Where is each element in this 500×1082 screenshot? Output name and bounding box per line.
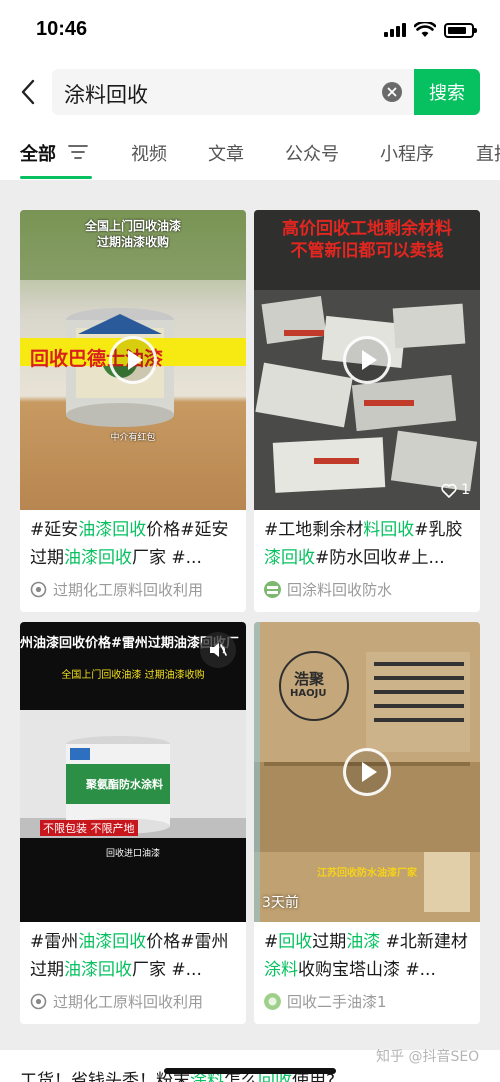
status-time: 10:46 [36, 18, 88, 40]
title-highlight: 涂料 [264, 960, 298, 980]
title-highlight: 漆 [264, 548, 281, 568]
overlay-text-top: 高价回收工地剩余材料 [282, 219, 452, 239]
title-highlight: 回收 [380, 520, 415, 540]
overlay-text-top2: 过期油漆收购 [96, 235, 169, 249]
home-indicator[interactable] [164, 1068, 336, 1074]
watermark: 知乎 @抖音SEO [376, 1049, 480, 1065]
overlay-text-bottom: 中介有红包 [110, 433, 156, 443]
filter-icon[interactable] [68, 144, 88, 160]
title-highlight: 油漆 [64, 548, 98, 568]
status-icons [384, 20, 477, 40]
video-card[interactable]: 高价回收工地剩余材料 不管新旧都可以卖钱 1 #工地剩余材料回收#乳胶漆回收#防… [254, 210, 480, 612]
signal-icon [384, 23, 406, 37]
like-count: 1 [461, 482, 470, 498]
tab-official-account[interactable]: 公众号 [285, 140, 339, 166]
like-badge: 1 [441, 482, 470, 498]
heart-icon [441, 483, 457, 498]
title-highlight: 回收 [112, 520, 147, 540]
overlay-text-bottom: 回收进口油漆 [105, 849, 160, 859]
video-thumbnail[interactable]: 高价回收工地剩余材料 不管新旧都可以卖钱 1 [254, 210, 480, 510]
card-source[interactable]: 回收二手油漆1 [264, 991, 474, 1012]
close-icon [387, 87, 397, 97]
source-name: 过期化工原料回收利用 [53, 993, 204, 1011]
title-highlight: 油漆 [78, 520, 113, 540]
account-avatar-icon [264, 581, 281, 598]
search-button[interactable]: 搜索 [414, 69, 480, 115]
title-text: 过期 [312, 932, 347, 952]
title-highlight: 油漆 [64, 960, 98, 980]
search-bar: 涂料回收 搜索 [0, 60, 500, 124]
overlay-yellow-text: 全国上门回收油漆 过期油漆收购 [61, 670, 205, 681]
play-icon [361, 350, 377, 370]
wifi-icon [414, 22, 436, 37]
play-icon [361, 762, 377, 782]
account-avatar-icon [264, 993, 281, 1010]
play-icon [127, 350, 143, 370]
card-source[interactable]: 回涂料回收防水 [264, 579, 474, 600]
title-text: 厂家 #... [132, 960, 202, 980]
overlay-text-top: 全国上门回收油漆 [84, 219, 181, 233]
box-text-2: HAOJU [290, 688, 327, 699]
title-highlight: 回收 [98, 548, 132, 568]
mute-button[interactable] [200, 632, 236, 668]
card-title[interactable]: #雷州油漆回收价格#雷州过期油漆回收厂家 #... [30, 928, 238, 984]
title-highlight: 回收 [98, 960, 132, 980]
box-text-1: 浩聚 [294, 670, 325, 688]
active-tab-indicator [20, 176, 92, 179]
video-card[interactable]: 州油漆回收价格#雷州过期油漆回收厂 全国上门回收油漆 过期油漆收购 聚氨酯防水涂… [20, 622, 246, 1024]
title-highlight: 料 [363, 520, 381, 540]
tab-all[interactable]: 全部 [20, 140, 56, 166]
tab-live[interactable]: 直拍 [476, 140, 500, 166]
source-name: 回涂料回收防水 [287, 581, 393, 599]
search-input[interactable]: 涂料回收 [52, 69, 414, 115]
title-text: # [264, 932, 279, 952]
source-name: 回收二手油漆1 [287, 993, 387, 1011]
title-text: #工地剩余材 [264, 520, 364, 540]
source-name: 过期化工原料回收利用 [53, 581, 204, 599]
mute-icon [210, 643, 227, 657]
tab-article[interactable]: 文章 [208, 140, 244, 166]
tab-video[interactable]: 视频 [131, 140, 167, 166]
title-highlight: 油漆 [78, 932, 113, 952]
title-text: 厂家 #... [132, 548, 202, 568]
title-highlight: 回收 [112, 932, 147, 952]
overlay-text-top2: 不管新旧都可以卖钱 [290, 241, 444, 261]
chevron-left-icon [21, 79, 35, 105]
card-source[interactable]: 过期化工原料回收利用 [30, 991, 240, 1012]
tab-mini-program[interactable]: 小程序 [380, 140, 434, 166]
play-button[interactable] [343, 336, 391, 384]
video-thumbnail[interactable]: 浩聚 HAOJU 江苏回收防水油漆厂家 3天前 [254, 622, 480, 922]
card-title[interactable]: #工地剩余材料回收#乳胶漆回收#防水回收#上... [264, 516, 472, 572]
time-badge: 3天前 [262, 895, 299, 911]
title-highlight: 回收 [281, 548, 315, 568]
clear-search-button[interactable] [382, 82, 402, 102]
search-query-text: 涂料回收 [64, 83, 148, 107]
back-button[interactable] [12, 72, 44, 112]
card-title[interactable]: #回收过期油漆 #北新建材涂料收购宝塔山漆 #... [264, 928, 472, 984]
video-thumbnail[interactable]: 州油漆回收价格#雷州过期油漆回收厂 全国上门回收油漆 过期油漆收购 聚氨酯防水涂… [20, 622, 246, 922]
card-source[interactable]: 过期化工原料回收利用 [30, 579, 240, 600]
title-highlight: 回收 [278, 932, 313, 952]
product-label-text: 聚氨酯防水涂料 [86, 778, 163, 791]
battery-icon [444, 22, 477, 38]
overlay-text-bottom: 江苏回收防水油漆厂家 [317, 868, 417, 879]
play-button[interactable] [343, 748, 391, 796]
overlay-red-text: 不限包装 不限产地 [40, 820, 138, 836]
title-text: 收购宝塔山漆 #... [298, 960, 436, 980]
status-bar: 10:46 [0, 0, 500, 60]
title-text: #乳胶 [414, 520, 463, 540]
title-highlight: 油漆 [346, 932, 381, 952]
card-title[interactable]: #延安油漆回收价格#延安过期油漆回收厂家 #... [30, 516, 238, 572]
play-button[interactable] [109, 336, 157, 384]
title-text: #延安 [30, 520, 79, 540]
title-text: #雷州 [30, 932, 79, 952]
filter-tabs: 全部 视频 文章 公众号 小程序 直拍 [0, 124, 500, 180]
video-card[interactable]: 全国上门回收油漆 过期油漆收购 回收巴德士油漆 中介有红包 #延安油漆回收价格#… [20, 210, 246, 612]
video-card[interactable]: 浩聚 HAOJU 江苏回收防水油漆厂家 3天前 #回收过期油漆 #北新建材涂料收… [254, 622, 480, 1024]
title-text: #北新建材 [380, 932, 468, 952]
account-icon [30, 581, 47, 598]
title-text: #防水回收#上... [315, 548, 445, 568]
account-icon [30, 993, 47, 1010]
video-thumbnail[interactable]: 全国上门回收油漆 过期油漆收购 回收巴德士油漆 中介有红包 [20, 210, 246, 510]
